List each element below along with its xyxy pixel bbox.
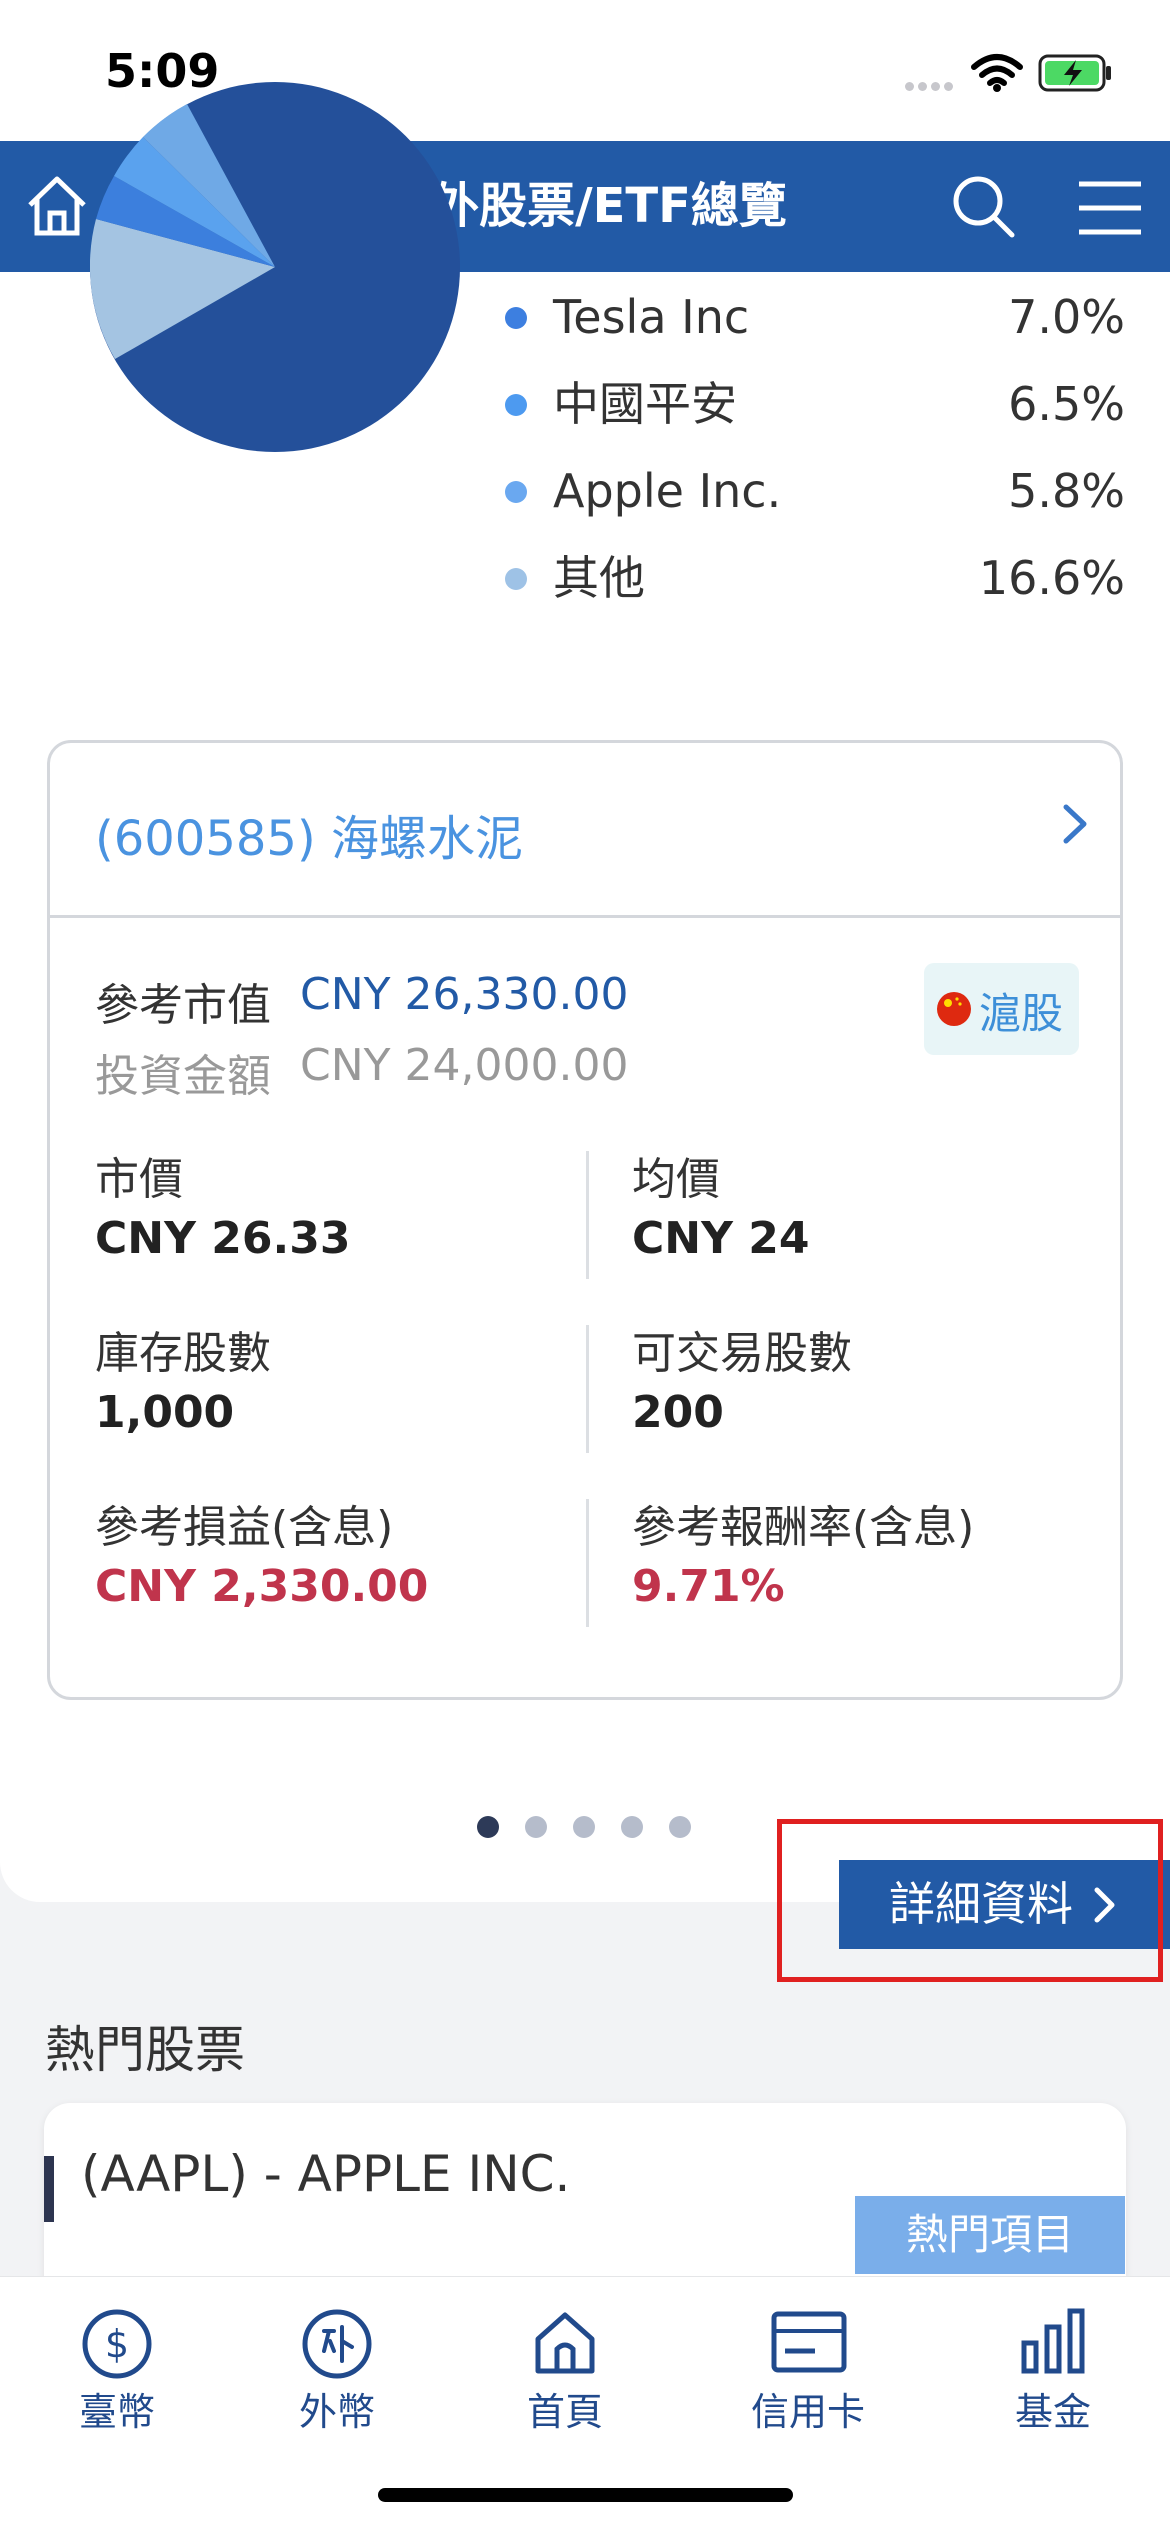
tab-label: 信用卡 [750,2390,865,2434]
legend-name: 其他 [553,551,645,605]
divider [586,1499,589,1627]
home-indicator [378,2488,793,2502]
tab-foreign-currency[interactable]: 外幣 [220,2277,454,2477]
legend-name: Tesla Inc [553,290,750,344]
return-rate-label: 參考報酬率(含息) [632,1502,975,1553]
divider [586,1151,589,1279]
legend-item: 中國平安 6.5% [505,374,1125,434]
return-rate-value: 9.71% [632,1561,785,1612]
legend-item: Apple Inc. 5.8% [505,461,1125,521]
accent-bar [44,2156,54,2222]
tab-credit-card[interactable]: 信用卡 [691,2277,925,2477]
legend-percent: 16.6% [978,551,1125,605]
tradable-shares-value: 200 [632,1387,724,1438]
holding-title: (600585) 海螺水泥 [95,811,523,867]
legend-dot [505,307,527,329]
hot-stock-name: (AAPL) - APPLE INC. [81,2145,571,2203]
tab-label: 臺幣 [78,2390,155,2434]
battery-charging-icon [1038,54,1111,92]
hot-item-tag: 熱門項目 [855,2196,1125,2274]
invest-amount-label: 投資金額 [95,1051,271,1102]
china-flag-icon [937,992,971,1026]
market-badge-label: 滬股 [979,989,1064,1038]
allocation-pie-chart [90,82,460,452]
pager-dot[interactable] [573,1816,595,1838]
highlight-box [777,1819,1163,1982]
tab-twd[interactable]: $ 臺幣 [0,2277,234,2477]
market-value-label: 參考市值 [95,980,271,1031]
wifi-icon [971,54,1023,92]
legend-percent: 6.5% [1008,377,1125,431]
foreign-currency-icon [302,2309,372,2379]
tab-home[interactable]: 首頁 [448,2277,682,2477]
credit-card-icon [771,2311,847,2373]
bar-chart-icon [1021,2308,1085,2374]
avg-price-label: 均價 [632,1154,720,1205]
shares-value: 1,000 [95,1387,235,1438]
legend-item: Tesla Inc 7.0% [505,287,1125,347]
legend-percent: 7.0% [1008,290,1125,344]
tab-label: 基金 [1014,2390,1091,2434]
home-icon[interactable] [22,171,92,241]
market-value: CNY 26,330.00 [300,969,629,1020]
legend-percent: 5.8% [1008,464,1125,518]
price-label: 市價 [95,1154,183,1205]
cellular-signal-icon [905,0,965,141]
tab-label: 外幣 [298,2390,375,2434]
legend-dot [505,568,527,590]
pager-dot-active[interactable] [477,1816,499,1838]
chevron-right-icon[interactable] [1060,799,1090,849]
shares-label: 庫存股數 [95,1328,271,1379]
legend-item: 其他 16.6% [505,548,1125,608]
price-value: CNY 26.33 [95,1213,351,1264]
legend-dot [505,394,527,416]
holding-card[interactable]: (600585) 海螺水泥 參考市值 CNY 26,330.00 投資金額 CN… [47,740,1123,1700]
market-badge: 滬股 [924,963,1079,1055]
pnl-value: CNY 2,330.00 [95,1561,429,1612]
legend-dot [505,481,527,503]
svg-text:$: $ [105,2322,129,2366]
pnl-label: 參考損益(含息) [95,1502,394,1553]
pager-dot[interactable] [669,1816,691,1838]
holding-card-header[interactable]: (600585) 海螺水泥 [50,743,1120,918]
legend-name: Apple Inc. [553,464,782,518]
hot-stocks-title: 熱門股票 [45,2021,245,2079]
divider [586,1325,589,1453]
legend-name: 中國平安 [553,377,737,431]
tab-fund[interactable]: 基金 [936,2277,1170,2477]
avg-price-value: CNY 24 [632,1213,810,1264]
menu-icon[interactable] [1077,179,1143,237]
pager-dot[interactable] [525,1816,547,1838]
invest-amount-value: CNY 24,000.00 [300,1040,629,1091]
pager-dot[interactable] [621,1816,643,1838]
tab-label: 首頁 [526,2390,603,2434]
search-icon[interactable] [950,173,1016,239]
home-icon [535,2312,595,2374]
tradable-shares-label: 可交易股數 [632,1328,852,1379]
dollar-icon: $ [82,2309,152,2379]
